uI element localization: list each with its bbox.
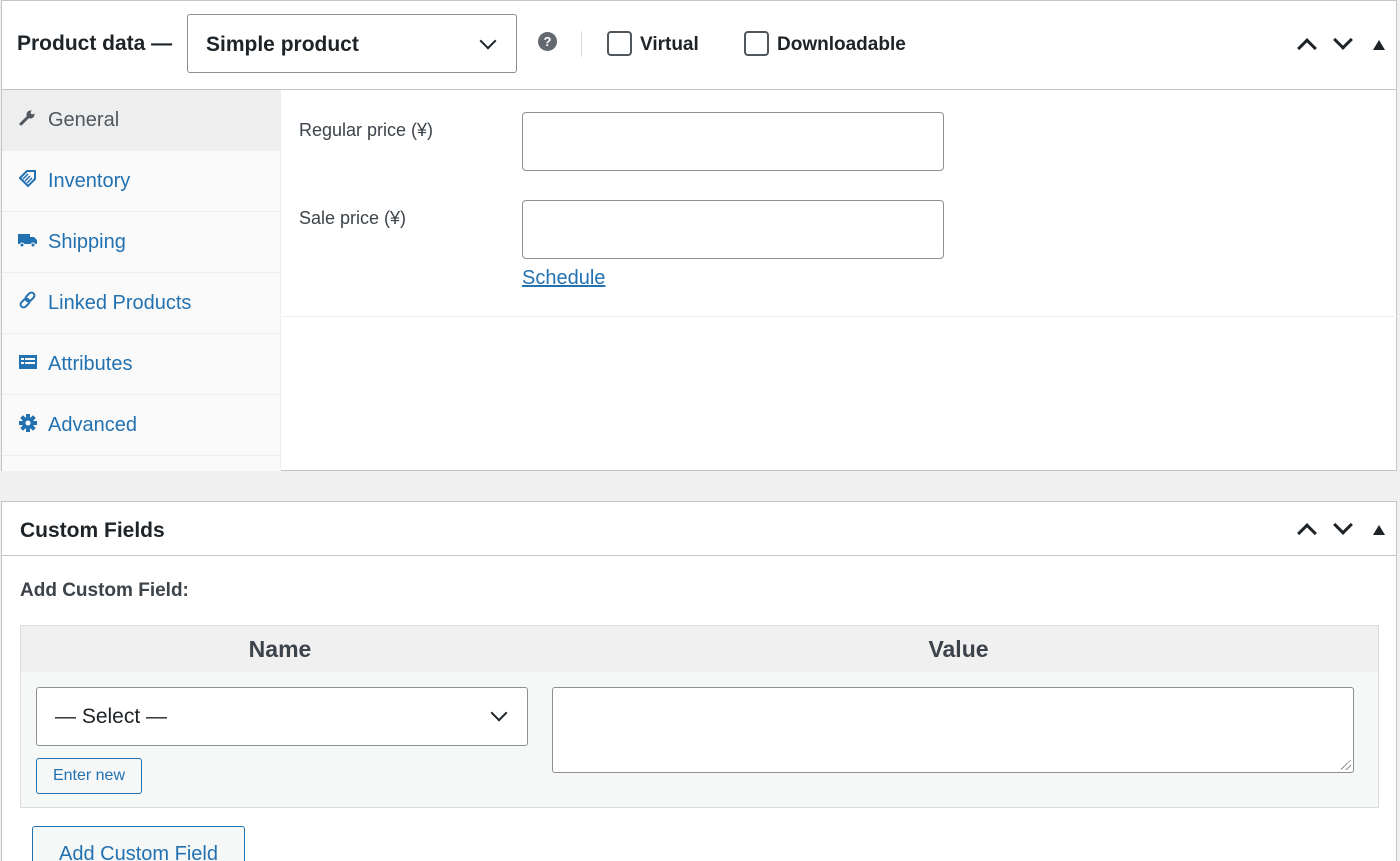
tab-label: Attributes xyxy=(48,353,133,375)
value-header-text: Value xyxy=(928,636,989,662)
move-up-icon[interactable] xyxy=(1297,523,1317,543)
downloadable-label[interactable]: Downloadable xyxy=(777,34,906,56)
help-icon[interactable]: ? xyxy=(538,32,557,51)
custom-field-value-textarea[interactable] xyxy=(552,687,1354,773)
enter-new-button[interactable]: Enter new xyxy=(36,758,142,794)
downloadable-checkbox[interactable] xyxy=(744,31,769,56)
custom-fields-panel: Custom Fields Add Custom Field: Name Val… xyxy=(1,501,1397,861)
sale-price-label: Sale price (¥) xyxy=(299,208,407,228)
tab-general[interactable]: General xyxy=(2,90,281,151)
move-down-icon[interactable] xyxy=(1333,30,1353,50)
tab-label: Inventory xyxy=(48,170,131,192)
schedule-link[interactable]: Schedule xyxy=(522,267,605,290)
virtual-checkbox[interactable] xyxy=(607,31,632,56)
name-header-text: Name xyxy=(248,636,312,662)
link-icon xyxy=(19,291,36,309)
gear-icon xyxy=(19,414,37,432)
virtual-label[interactable]: Virtual xyxy=(640,34,699,56)
divider xyxy=(581,31,582,57)
tab-label: Advanced xyxy=(48,414,137,436)
move-down-icon[interactable] xyxy=(1333,515,1353,535)
list-icon xyxy=(19,355,37,369)
add-custom-field-label: Add Custom Field: xyxy=(20,580,189,601)
product-data-header: Product data — Simple product ? Virtual … xyxy=(2,1,1396,90)
move-up-icon[interactable] xyxy=(1297,38,1317,58)
name-column-header: Name xyxy=(21,626,539,672)
resize-handle-icon[interactable] xyxy=(1341,760,1351,770)
custom-field-table: Name Value — Select — Enter new xyxy=(20,625,1379,808)
product-data-panel: Product data — Simple product ? Virtual … xyxy=(1,0,1397,471)
sale-price-input[interactable] xyxy=(522,200,944,259)
product-type-value: Simple product xyxy=(206,33,359,56)
product-type-select[interactable]: Simple product xyxy=(187,14,517,73)
wrench-icon xyxy=(19,110,35,126)
tab-linked-products[interactable]: Linked Products xyxy=(2,273,281,334)
tab-label: Linked Products xyxy=(48,292,192,314)
tab-label: General xyxy=(48,109,120,131)
truck-icon xyxy=(18,234,37,248)
value-column-header: Value xyxy=(539,626,1378,672)
custom-field-name-select[interactable]: — Select — xyxy=(36,687,528,746)
custom-fields-title: Custom Fields xyxy=(20,519,165,542)
custom-field-name-value: — Select — xyxy=(55,705,168,728)
chevron-down-icon xyxy=(479,32,497,50)
tab-label: Shipping xyxy=(48,231,126,253)
tag-icon xyxy=(18,170,36,188)
product-data-title: Product data — xyxy=(17,32,173,55)
tab-shipping[interactable]: Shipping xyxy=(2,212,281,273)
section-divider xyxy=(282,316,1397,317)
chevron-down-icon xyxy=(490,704,508,722)
regular-price-input[interactable] xyxy=(522,112,944,171)
tab-attributes[interactable]: Attributes xyxy=(2,334,281,395)
product-data-tabs: General Inventory Shipping Linked Produc… xyxy=(2,90,281,471)
collapse-toggle-icon[interactable] xyxy=(1373,525,1385,535)
tab-inventory[interactable]: Inventory xyxy=(2,151,281,212)
add-custom-field-button[interactable]: Add Custom Field xyxy=(32,826,245,861)
collapse-toggle-icon[interactable] xyxy=(1373,40,1385,50)
tab-advanced[interactable]: Advanced xyxy=(2,395,281,456)
regular-price-label: Regular price (¥) xyxy=(299,120,434,140)
custom-fields-header: Custom Fields xyxy=(2,502,1396,556)
